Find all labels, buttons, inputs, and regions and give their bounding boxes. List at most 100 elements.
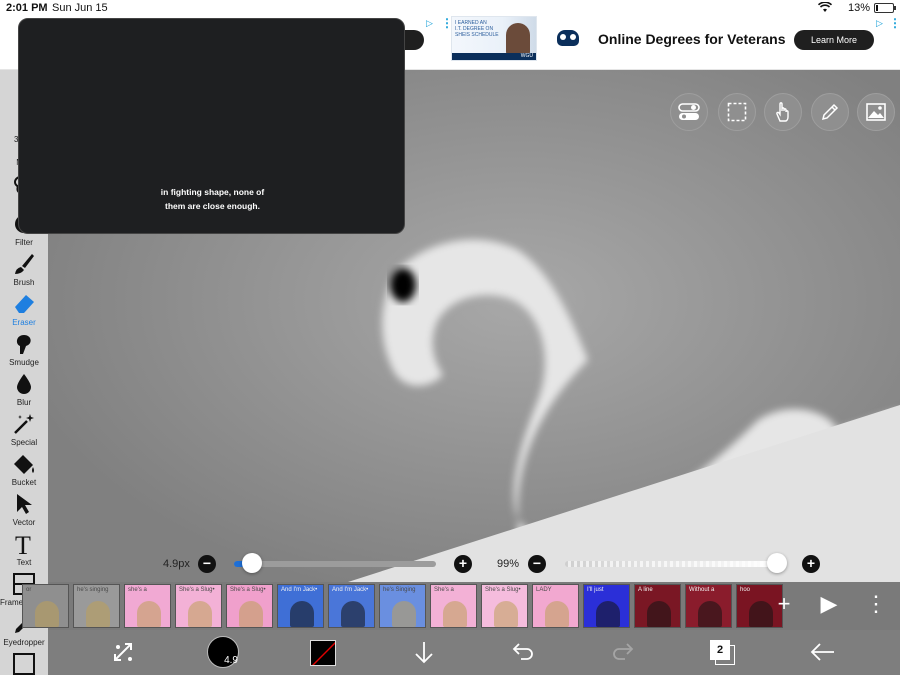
frame-thumbnail[interactable]: or [22, 584, 69, 628]
pencil-icon [821, 103, 839, 121]
ad-thumb-text: I EARNED AN I.T. DEGREE ON SHEIS SCHEDUL… [455, 20, 499, 38]
frame-character-figure [290, 601, 314, 627]
add-frame-button[interactable]: + [770, 590, 798, 618]
frame-thumbnail-text: She's a Slug• [230, 587, 266, 593]
brush-size-decrease-button[interactable]: − [198, 555, 216, 573]
frame-character-figure [443, 601, 467, 627]
tool-label: Eraser [12, 318, 36, 327]
frame-thumbnail[interactable]: A line [634, 584, 681, 628]
pen-settings-button[interactable] [811, 93, 849, 131]
tool-eraser[interactable]: Eraser [0, 292, 48, 332]
frame-thumbnail-text: And I'm Jack• [281, 587, 318, 593]
sparkle-wand-icon [12, 412, 36, 436]
undo-icon [512, 643, 533, 660]
frame-thumbnail[interactable]: She's a [430, 584, 477, 628]
tool-vector[interactable]: Vector [0, 492, 48, 532]
selection-button[interactable] [718, 93, 756, 131]
opacity-slider[interactable] [565, 561, 779, 567]
ad-more-icon-2[interactable]: ⋮ [889, 17, 900, 29]
frame-thumbnail-text: he's singing [77, 587, 109, 593]
eraser-icon [12, 292, 36, 316]
frame-character-figure [392, 601, 416, 627]
brush-size-preview-button[interactable]: 4.9 [207, 636, 239, 668]
brush-size-badge: 4.9 [224, 655, 238, 666]
layers-button[interactable]: 2 [710, 640, 736, 666]
download-button[interactable] [410, 640, 438, 666]
frame-thumbnail[interactable]: she's a [124, 584, 171, 628]
tool-smudge[interactable]: Smudge [0, 332, 48, 372]
brush-size-slider[interactable] [234, 561, 436, 567]
text-t-icon: T [12, 531, 36, 560]
frame-character-figure [545, 601, 569, 627]
undo-button[interactable] [509, 640, 537, 666]
left-arrow-icon [810, 643, 834, 661]
video-player-popup[interactable]: in fighting shape, none of them are clos… [18, 18, 405, 234]
frame-thumbnail-text: She's a Slug• [179, 587, 215, 593]
redo-button[interactable] [609, 640, 637, 666]
transform-flip-button[interactable] [110, 640, 138, 666]
gesture-button[interactable] [764, 93, 802, 131]
frame-thumbnail[interactable]: he's Singing [379, 584, 426, 628]
frame-thumbnail-text: she's a [128, 587, 147, 593]
frame-character-figure [494, 601, 518, 627]
ad-thumb-brand: WGU [452, 53, 536, 60]
frames-more-button[interactable]: ⋮ [862, 590, 890, 618]
layer-settings-button[interactable] [670, 93, 708, 131]
back-button[interactable] [809, 640, 837, 666]
frame-thumbnail-text: LADY [536, 587, 552, 593]
frame-character-figure [239, 601, 263, 627]
frame-thumbnail[interactable]: I'll just [583, 584, 630, 628]
tool-blur[interactable]: Blur [0, 372, 48, 412]
tool-text[interactable]: T Text [0, 531, 48, 572]
frame-thumbnail[interactable]: Without a [685, 584, 732, 628]
frame-thumbnail-text: And I'm Jack• [332, 587, 369, 593]
battery-level-fill [876, 5, 879, 11]
owl-logo-icon [557, 30, 579, 46]
frame-thumbnail-text: hoo [740, 587, 751, 593]
down-arrow-icon [415, 642, 433, 664]
tool-bucket[interactable]: Bucket [0, 452, 48, 492]
caption-line-1: in fighting shape, none of [160, 187, 265, 197]
brush-size-increase-button[interactable]: + [454, 555, 472, 573]
image-button[interactable] [857, 93, 895, 131]
color-swatch-button[interactable] [310, 640, 336, 666]
frame-thumbnail[interactable]: She's a Slug• [175, 584, 222, 628]
frame-thumbnail[interactable]: he's singing [73, 584, 120, 628]
caption-line-2: them are close enough. [165, 201, 260, 211]
frame-thumbnail[interactable]: LADY [532, 584, 579, 628]
frame-thumbnail[interactable]: She's a Slug• [226, 584, 273, 628]
tool-special[interactable]: Special [0, 412, 48, 452]
ad-thumbnail[interactable]: I EARNED AN I.T. DEGREE ON SHEIS SCHEDUL… [451, 16, 537, 61]
frame-character-figure [596, 601, 620, 627]
ad-learn-more-button[interactable]: Learn More [794, 30, 874, 50]
frame-character-figure [647, 601, 671, 627]
tool-brush[interactable]: Brush [0, 252, 48, 292]
droplet-icon [12, 372, 36, 396]
ad-info-icon[interactable]: ▷ [426, 18, 436, 28]
ad-info-icon-2[interactable]: ▷ [876, 18, 886, 28]
frame-character-figure [188, 601, 212, 627]
status-bar: 2:01 PM Sun Jun 15 13% [0, 0, 900, 16]
battery-icon [874, 3, 896, 13]
play-button[interactable]: ▶ [815, 590, 843, 618]
opacity-slider-thumb[interactable] [766, 553, 787, 573]
frame-thumbnail[interactable]: And I'm Jack• [328, 584, 375, 628]
frame-thumbnail[interactable]: And I'm Jack• [277, 584, 324, 628]
smudge-icon [12, 332, 36, 356]
tool-canvas[interactable] [0, 652, 48, 675]
tool-label: Text [16, 558, 32, 567]
frame-thumbnail[interactable]: She's a Slug• [481, 584, 528, 628]
ad-person-image [506, 23, 530, 55]
opacity-increase-button[interactable]: + [802, 555, 820, 573]
opacity-decrease-button[interactable]: − [528, 555, 546, 573]
tool-label: Smudge [9, 358, 39, 367]
frame-thumbnail-text: She's a Slug• [485, 587, 521, 593]
frame-character-figure [137, 601, 161, 627]
opacity-fill [565, 561, 777, 567]
frame-character-figure [698, 601, 722, 627]
frame-character-figure [86, 601, 110, 627]
svg-text:T: T [15, 532, 31, 556]
frame-thumbnail-text: A line [638, 587, 653, 593]
ad-title[interactable]: Online Degrees for Veterans [598, 31, 786, 47]
frame-thumbnail-text: he's Singing [383, 587, 416, 593]
